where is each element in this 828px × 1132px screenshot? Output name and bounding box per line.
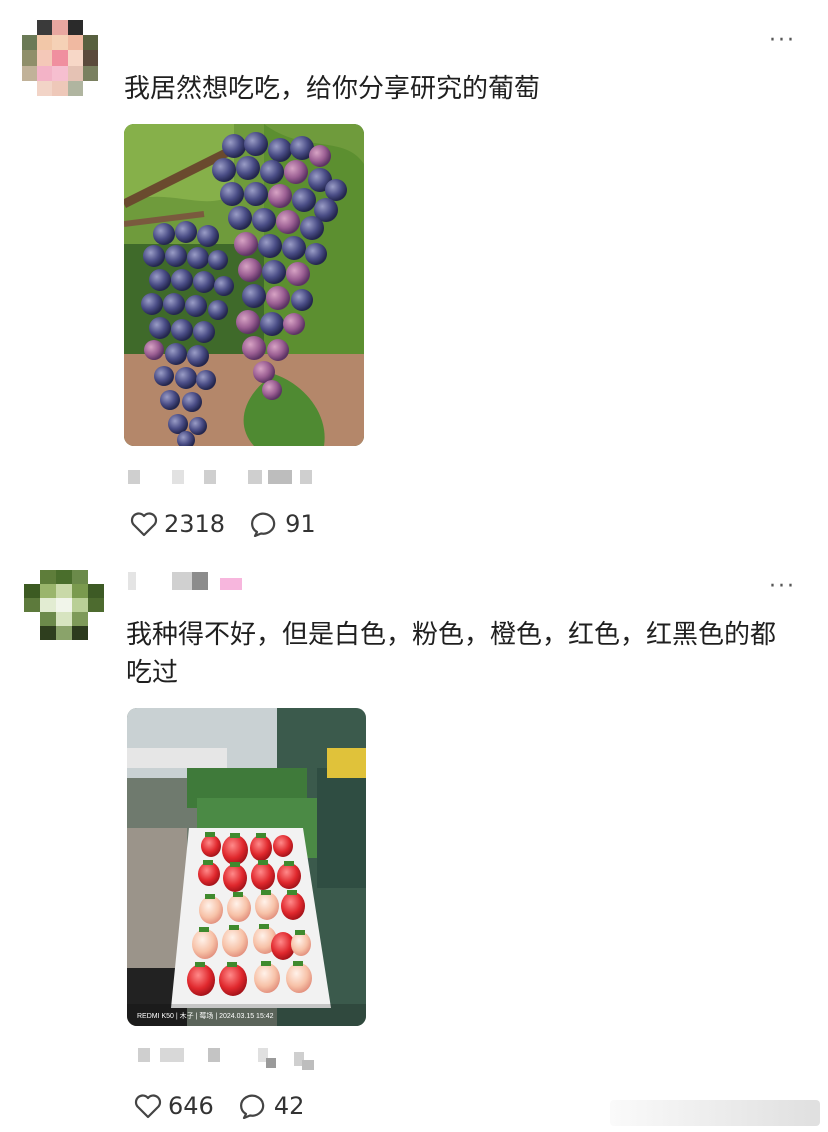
like-count: 646 [168, 1092, 214, 1120]
more-options-button[interactable]: ··· [769, 576, 796, 598]
post-text: 我种得不好，但是白色，粉色，橙色，红色，红黑色的都吃过 [126, 620, 777, 688]
post-meta-blurred [128, 470, 328, 490]
camera-watermark: REDMI K50 | 木子 | 莓场 | 2024.03.15 15:42 [137, 1011, 274, 1020]
comment-count: 91 [285, 510, 316, 538]
username-blurred[interactable] [128, 572, 258, 592]
heart-outline-icon [130, 512, 158, 537]
avatar[interactable] [22, 20, 98, 96]
grape-photo[interactable] [124, 124, 364, 446]
speech-bubble-icon [239, 1094, 265, 1119]
speech-bubble-icon [251, 512, 276, 537]
post-2: ··· 我种得不好，但是白色，粉色，橙色，红色，红黑色的都吃过 REDMI K5… [0, 560, 828, 1132]
post-text: 我居然想吃吃，给你分享研究的葡萄 [124, 74, 541, 104]
like-button[interactable]: 646 [134, 1092, 214, 1120]
comment-count: 42 [273, 1092, 305, 1120]
more-options-button[interactable]: ··· [769, 30, 796, 52]
like-count: 2318 [164, 510, 226, 538]
post-stats: 2318 91 [130, 508, 342, 540]
grape-cluster-image [124, 124, 364, 446]
strawberry-photo[interactable]: REDMI K50 | 木子 | 莓场 | 2024.03.15 15:42 [127, 708, 366, 1026]
like-button[interactable]: 2318 [130, 510, 225, 538]
comment-button[interactable]: 91 [251, 510, 316, 538]
heart-outline-icon [134, 1094, 162, 1119]
avatar[interactable] [24, 570, 104, 640]
comment-button[interactable]: 42 [239, 1092, 305, 1120]
post-meta-blurred [138, 1048, 338, 1070]
strawberry-tray-image: REDMI K50 | 木子 | 莓场 | 2024.03.15 15:42 [127, 708, 366, 1026]
post-1: ··· 我居然想吃吃，给你分享研究的葡萄 2318 91 [0, 0, 828, 560]
post-stats: 646 42 [134, 1090, 330, 1122]
site-watermark [610, 1100, 820, 1126]
